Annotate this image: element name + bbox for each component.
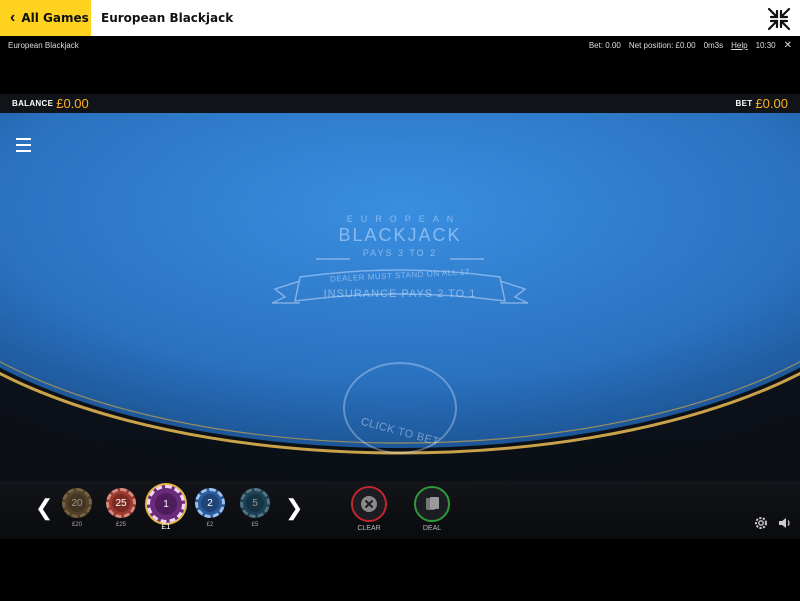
chip-1-selected[interactable]: 1: [147, 485, 185, 523]
clear-button[interactable]: [351, 486, 387, 522]
chip-5[interactable]: 5: [240, 488, 270, 518]
chip-prev-button[interactable]: ❮: [35, 495, 53, 521]
session-time: 0m3s: [703, 40, 724, 50]
deal-label: DEAL: [422, 525, 442, 532]
cards-icon: [426, 497, 439, 510]
chip-25-label: £25: [115, 522, 126, 528]
balance-label: BALANCE: [12, 99, 54, 108]
game-page: ‹ All Games European Blackjack European …: [0, 0, 800, 601]
hamburger-icon: [16, 138, 31, 140]
top-bar: ‹ All Games European Blackjack: [0, 0, 800, 36]
menu-button[interactable]: [10, 133, 38, 157]
chip-2-label: £2: [206, 522, 214, 528]
table-line-pays: PAYS 3 TO 2: [362, 248, 438, 258]
bottom-spacer: [0, 539, 800, 601]
close-icon[interactable]: ✕: [784, 40, 792, 51]
clear-label: CLEAR: [357, 525, 381, 532]
deal-button[interactable]: [414, 486, 450, 522]
chip-1-label: £1: [161, 522, 171, 531]
session-info-bar: European Blackjack Bet: 0.00 Net positio…: [0, 36, 800, 54]
dealer-rule-text: DEALER MUST STAND ON ALL 17: [329, 267, 471, 284]
balance-bar: BALANCE £0.00 BET £0.00: [0, 94, 800, 113]
all-games-button[interactable]: ‹ All Games: [0, 0, 91, 36]
chip-25[interactable]: 25: [106, 488, 136, 518]
net-position: Net position: £0.00: [628, 40, 696, 50]
help-link[interactable]: Help: [731, 41, 747, 50]
blackjack-table: EUROPEAN BLACKJACK PAYS 3 TO 2 DEALER MU…: [0, 113, 800, 481]
chevron-left-icon: ‹: [10, 9, 16, 26]
clear-icon: [361, 496, 377, 512]
bet-label: BET: [735, 99, 753, 108]
rules-ribbon: DEALER MUST STAND ON ALL 17 INSURANCE PA…: [270, 267, 530, 324]
game-name: European Blackjack: [8, 40, 79, 50]
page-title: European Blackjack: [101, 11, 234, 25]
chip-20-label: £20: [71, 522, 82, 528]
chip-5-label: £5: [251, 522, 259, 528]
balance-value: £0.00: [56, 96, 89, 111]
table-line-blackjack: BLACKJACK: [338, 225, 462, 245]
bet-info: Bet: 0.00: [588, 40, 621, 50]
bet-value: £0.00: [755, 96, 788, 111]
collapse-icon[interactable]: [766, 6, 792, 32]
table-logo: EUROPEAN BLACKJACK PAYS 3 TO 2: [250, 214, 550, 258]
all-games-label: All Games: [21, 11, 89, 25]
clock: 10:30: [755, 40, 776, 50]
gear-icon[interactable]: [753, 515, 769, 531]
chip-next-button[interactable]: ❯: [285, 495, 303, 521]
chip-20[interactable]: 20: [62, 488, 92, 518]
table-line-european: EUROPEAN: [346, 214, 462, 224]
chip-2[interactable]: 2: [195, 488, 225, 518]
control-bar: ❮ 20 £20 25 £25 1 £1 2 £2 5 £5 ❯ CLEAR D…: [0, 481, 800, 539]
sound-icon[interactable]: [777, 515, 793, 531]
insurance-rule-text: INSURANCE PAYS 2 TO 1: [323, 288, 477, 300]
